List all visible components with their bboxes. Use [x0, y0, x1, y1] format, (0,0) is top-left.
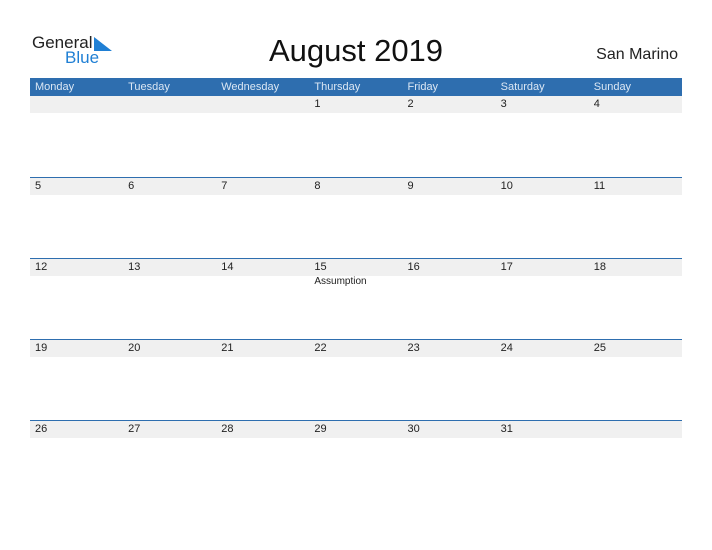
day-number: 9	[407, 180, 414, 192]
day-number: 4	[593, 98, 600, 110]
holiday-label	[496, 276, 589, 287]
weekday-tuesday: Tuesday	[128, 81, 170, 93]
day-number	[216, 96, 309, 113]
calendar-page: General Blue August 2019 San Marino Mond…	[0, 0, 712, 550]
day-number: 7	[221, 180, 228, 192]
day-number: 23	[407, 342, 420, 354]
date-strip: 12 13 14 15 16 17 18	[30, 258, 682, 276]
day-number: 30	[407, 423, 420, 435]
day-number: 19	[35, 342, 48, 354]
day-number: 21	[221, 342, 234, 354]
day-number: 6	[128, 180, 135, 192]
day-number	[123, 96, 216, 113]
date-strip: 26 27 28 29 30 31	[30, 420, 682, 438]
day-number: 13	[128, 261, 141, 273]
week-row: 1 2 3 4	[30, 96, 682, 113]
country-label: San Marino	[596, 46, 678, 63]
day-number: 22	[314, 342, 327, 354]
date-strip: 19 20 21 22 23 24 25	[30, 339, 682, 357]
day-number: 27	[128, 423, 141, 435]
holiday-label	[216, 276, 309, 287]
day-number: 15	[314, 261, 327, 273]
day-number: 31	[500, 423, 513, 435]
weekday-monday: Monday	[35, 81, 75, 93]
week-row: 26 27 28 29 30 31	[30, 420, 682, 438]
weekday-friday: Friday	[407, 81, 439, 93]
week-row: 19 20 21 22 23 24 25	[30, 339, 682, 357]
day-number: 3	[500, 98, 507, 110]
day-number: 20	[128, 342, 141, 354]
events-row: Assumption	[30, 276, 682, 287]
weekday-thursday: Thursday	[314, 81, 361, 93]
day-number: 16	[407, 261, 420, 273]
day-number: 11	[593, 180, 606, 192]
day-number	[30, 96, 123, 113]
holiday-label	[403, 276, 496, 287]
weekday-sunday: Sunday	[593, 81, 632, 93]
date-strip: 5 6 7 8 9 10 11	[30, 177, 682, 195]
week-row: 12 13 14 15 16 17 18 Assumption	[30, 258, 682, 287]
day-number: 10	[500, 180, 513, 192]
day-number: 14	[221, 261, 234, 273]
day-number: 24	[500, 342, 513, 354]
weekday-wednesday: Wednesday	[221, 81, 280, 93]
holiday-label	[589, 276, 682, 287]
day-number: 5	[35, 180, 42, 192]
day-number: 12	[35, 261, 48, 273]
holiday-label	[30, 276, 123, 287]
date-strip: 1 2 3 4	[30, 96, 682, 113]
day-number: 26	[35, 423, 48, 435]
day-number: 18	[593, 261, 606, 273]
day-number: 28	[221, 423, 234, 435]
weekday-header: Monday Tuesday Wednesday Thursday Friday…	[30, 78, 682, 96]
weekday-saturday: Saturday	[500, 81, 545, 93]
day-number: 17	[500, 261, 513, 273]
day-number: 2	[407, 98, 414, 110]
day-number: 8	[314, 180, 321, 192]
day-number: 25	[593, 342, 606, 354]
week-row: 5 6 7 8 9 10 11	[30, 177, 682, 195]
day-number: 1	[314, 98, 321, 110]
day-number	[589, 421, 682, 438]
holiday-label: Assumption	[314, 276, 367, 287]
holiday-label	[123, 276, 216, 287]
day-number: 29	[314, 423, 327, 435]
